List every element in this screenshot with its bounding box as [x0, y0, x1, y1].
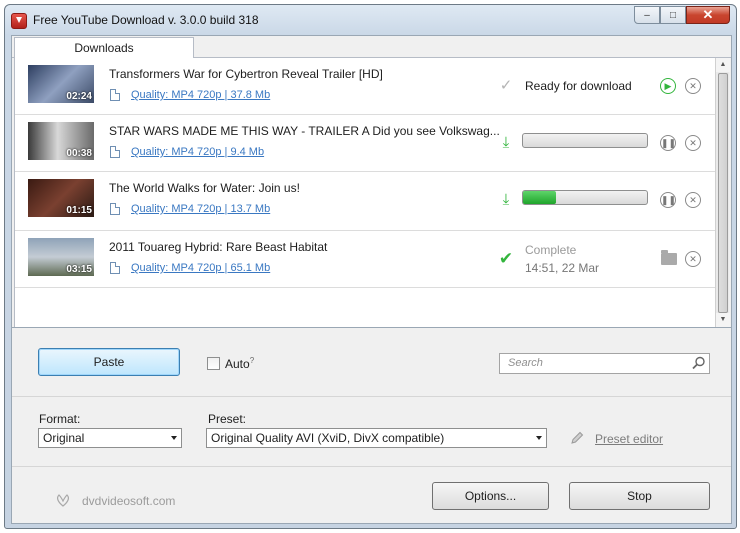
chevron-down-icon	[171, 436, 177, 440]
remove-button[interactable]: ✕	[685, 251, 701, 267]
app-logo-icon	[11, 13, 27, 29]
close-window-button[interactable]: ✕	[686, 6, 730, 24]
download-progress-bar	[522, 133, 648, 148]
download-row[interactable]: 02:24 Transformers War for Cybertron Rev…	[15, 58, 716, 115]
file-icon	[110, 89, 120, 101]
preset-label: Preset:	[208, 412, 247, 426]
status-text: Ready for download	[525, 79, 632, 93]
chevron-down-icon	[536, 436, 542, 440]
video-thumbnail: 01:15	[28, 179, 94, 217]
options-button[interactable]: Options...	[432, 482, 549, 510]
progress-fill	[523, 191, 557, 204]
search-input[interactable]: Search	[499, 353, 710, 374]
check-complete-icon: ✔	[498, 249, 514, 268]
video-thumbnail: 03:15	[28, 238, 94, 276]
title-bar: Free YouTube Download v. 3.0.0 build 318…	[5, 5, 736, 35]
quality-link[interactable]: Quality: MP4 720p | 9.4 Mb	[131, 146, 264, 158]
video-thumbnail: 00:38	[28, 122, 94, 160]
tab-strip: Downloads	[12, 36, 731, 59]
app-window: Free YouTube Download v. 3.0.0 build 318…	[4, 4, 737, 529]
pause-button[interactable]: ❚❚	[660, 135, 676, 151]
stop-button[interactable]: Stop	[569, 482, 710, 510]
remove-button[interactable]: ✕	[685, 78, 701, 94]
quality-link[interactable]: Quality: MP4 720p | 13.7 Mb	[131, 203, 270, 215]
dvdvideosoft-logo-icon	[57, 494, 69, 507]
check-icon: ✓	[499, 77, 513, 94]
file-icon	[110, 146, 120, 158]
format-value: Original	[43, 431, 85, 445]
auto-help-icon[interactable]: ?	[250, 356, 254, 365]
auto-label: Auto?	[225, 356, 255, 371]
auto-checkbox[interactable]	[207, 357, 220, 370]
play-download-button[interactable]: ▶	[660, 78, 676, 94]
maximize-button[interactable]: □	[660, 6, 686, 24]
window-title: Free YouTube Download v. 3.0.0 build 318	[33, 13, 259, 27]
video-duration: 03:15	[66, 264, 92, 275]
paste-button[interactable]: Paste	[38, 348, 180, 376]
download-row[interactable]: 00:38 STAR WARS MADE ME THIS WAY - TRAIL…	[15, 115, 716, 172]
file-icon	[110, 203, 120, 215]
pencil-icon	[571, 431, 584, 444]
download-row[interactable]: 01:15 The World Walks for Water: Join us…	[15, 172, 716, 231]
preset-editor-link[interactable]: Preset editor	[595, 432, 663, 446]
video-thumbnail: 02:24	[28, 65, 94, 103]
minimize-button[interactable]: ‒	[634, 6, 660, 24]
video-title: STAR WARS MADE ME THIS WAY - TRAILER A D…	[109, 124, 499, 138]
remove-button[interactable]: ✕	[685, 192, 701, 208]
search-icon[interactable]	[692, 356, 706, 370]
video-duration: 01:15	[66, 205, 92, 216]
brand-link[interactable]: dvdvideosoft.com	[82, 494, 175, 508]
preset-value: Original Quality AVI (XviD, DivX compati…	[211, 431, 445, 445]
tab-downloads[interactable]: Downloads	[14, 37, 194, 59]
scroll-thumb[interactable]	[718, 73, 728, 313]
quality-link[interactable]: Quality: MP4 720p | 65.1 Mb	[131, 262, 270, 274]
download-arrow-icon: ⤓	[502, 134, 510, 151]
format-select[interactable]: Original	[38, 428, 182, 448]
pause-button[interactable]: ❚❚	[660, 192, 676, 208]
remove-button[interactable]: ✕	[685, 135, 701, 151]
file-icon	[110, 262, 120, 274]
format-label: Format:	[39, 412, 81, 426]
download-row[interactable]: 03:15 2011 Touareg Hybrid: Rare Beast Ha…	[15, 231, 716, 288]
video-duration: 00:38	[66, 148, 92, 159]
complete-time: 14:51, 22 Mar	[525, 261, 600, 275]
downloads-list: 02:24 Transformers War for Cybertron Rev…	[14, 58, 716, 327]
video-title: Transformers War for Cybertron Reveal Tr…	[109, 67, 383, 81]
open-folder-icon[interactable]	[661, 250, 677, 265]
preset-select[interactable]: Original Quality AVI (XviD, DivX compati…	[206, 428, 547, 448]
list-scrollbar[interactable]: ▲ ▼	[715, 58, 730, 327]
video-title: 2011 Touareg Hybrid: Rare Beast Habitat	[109, 240, 328, 254]
quality-link[interactable]: Quality: MP4 720p | 37.8 Mb	[131, 89, 270, 101]
download-progress-bar	[522, 190, 648, 205]
status-text: Complete	[525, 243, 577, 257]
download-arrow-icon: ⤓	[502, 191, 510, 208]
scroll-down-icon[interactable]: ▼	[716, 313, 730, 327]
scroll-up-icon[interactable]: ▲	[716, 58, 730, 72]
video-title: The World Walks for Water: Join us!	[109, 181, 300, 195]
client-area: Downloads 02:24 Transformers War for Cyb…	[11, 35, 732, 524]
video-duration: 02:24	[66, 91, 92, 102]
